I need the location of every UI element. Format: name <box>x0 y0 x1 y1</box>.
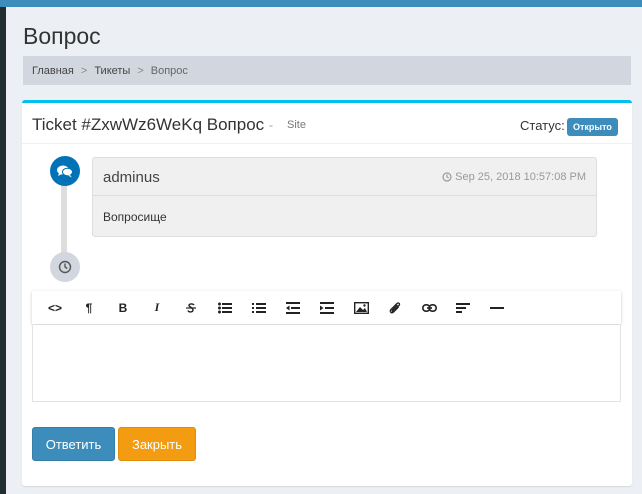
message-header: adminus Sep 25, 2018 10:57:08 PM <box>93 158 596 196</box>
reply-editor[interactable] <box>32 325 621 402</box>
close-ticket-button[interactable]: Закрыть <box>118 427 196 461</box>
message-timestamp: Sep 25, 2018 10:57:08 PM <box>455 171 586 183</box>
horizontal-rule-icon[interactable] <box>480 291 514 324</box>
clock-icon <box>442 172 452 182</box>
breadcrumb-tickets[interactable]: Тикеты <box>94 65 130 77</box>
numbered-list-icon[interactable] <box>242 291 276 324</box>
ticket-header: Ticket #ZxwWz6WeKq Вопрос - Site Статус:… <box>22 103 632 144</box>
paragraph-glyph: ¶ <box>85 300 93 315</box>
breadcrumb-home[interactable]: Главная <box>32 65 74 77</box>
link-icon[interactable] <box>412 291 446 324</box>
align-left-icon[interactable] <box>446 291 480 324</box>
indent-icon[interactable] <box>310 291 344 324</box>
breadcrumb: Главная > Тикеты > Вопрос <box>23 56 631 85</box>
breadcrumb-separator: > <box>137 64 144 77</box>
bold-icon[interactable]: B <box>106 291 140 324</box>
message-body: Вопросище <box>103 210 167 224</box>
ticket-title-separator: - <box>269 118 273 132</box>
code-icon[interactable]: <> <box>38 291 72 324</box>
strikethrough-icon[interactable] <box>174 291 208 324</box>
ticket-site: Site <box>287 119 306 131</box>
status-label: Статус: <box>520 118 565 133</box>
attach-icon[interactable] <box>378 291 412 324</box>
page-title: Вопрос <box>23 23 101 49</box>
message-time: Sep 25, 2018 10:57:08 PM <box>442 171 586 183</box>
status-badge: Открыто <box>567 118 618 136</box>
ticket-box: Ticket #ZxwWz6WeKq Вопрос - Site Статус:… <box>22 100 632 486</box>
breadcrumb-separator: > <box>80 64 88 77</box>
outdent-icon[interactable] <box>276 291 310 324</box>
italic-glyph: I <box>154 300 160 314</box>
sidebar-edge <box>0 7 6 494</box>
bold-glyph: B <box>118 300 128 315</box>
reply-button[interactable]: Ответить <box>32 427 115 461</box>
clock-icon <box>50 252 80 282</box>
image-icon[interactable] <box>344 291 378 324</box>
comments-icon <box>50 156 80 186</box>
italic-icon[interactable]: I <box>140 291 174 324</box>
editor-toolbar: <> ¶ B I <box>32 291 621 324</box>
ticket-title: Ticket #ZxwWz6WeKq Вопрос <box>32 115 265 134</box>
code-glyph: <> <box>47 300 62 315</box>
top-navbar <box>0 0 642 7</box>
message-item: adminus Sep 25, 2018 10:57:08 PM Вопроси… <box>92 157 597 237</box>
paragraph-icon[interactable]: ¶ <box>72 291 106 324</box>
message-author: adminus <box>103 169 160 186</box>
bullet-list-icon[interactable] <box>208 291 242 324</box>
breadcrumb-current: Вопрос <box>150 64 188 77</box>
